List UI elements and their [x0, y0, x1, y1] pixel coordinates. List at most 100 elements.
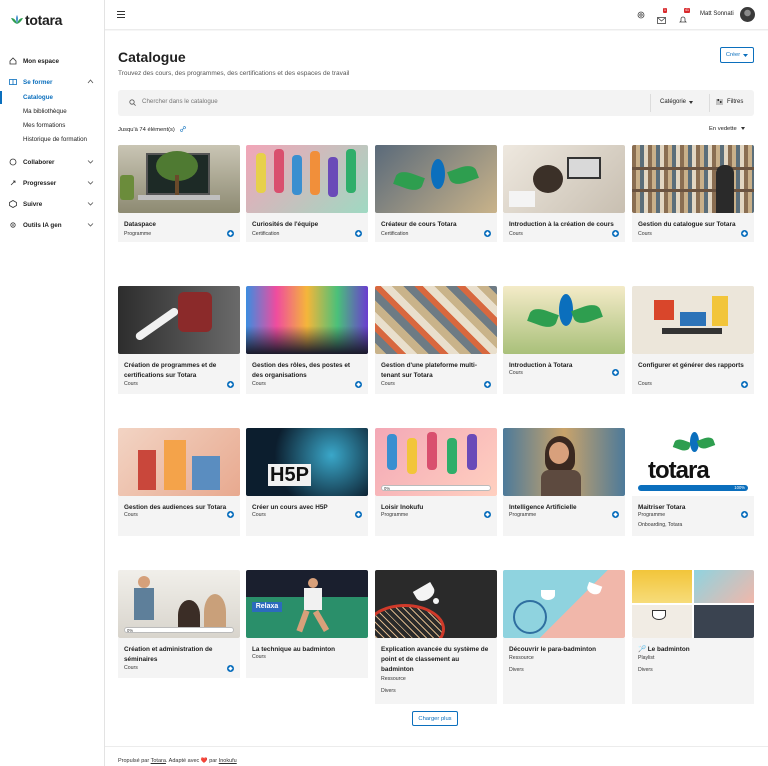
card-status-icon	[227, 230, 234, 237]
card-body: Introduction à la création de cours Cour…	[503, 213, 625, 242]
sidebar-item-suivre[interactable]: Suivre	[0, 196, 104, 212]
sidebar-subitem-catalogue[interactable]: Catalogue	[0, 91, 104, 104]
sidebar-subitem-label: Ma bibliothèque	[23, 108, 67, 115]
hamburger-menu-icon[interactable]	[117, 11, 125, 18]
user-avatar[interactable]	[740, 7, 755, 22]
category-dropdown[interactable]: Catégorie	[660, 99, 694, 105]
catalogue-card[interactable]: Curiosités de l'équipe Certification	[246, 145, 368, 242]
create-button[interactable]: Créer	[720, 47, 754, 63]
card-title: Curiosités de l'équipe	[252, 221, 319, 228]
totara-logo[interactable]: totara	[11, 12, 62, 28]
catalogue-card[interactable]: Introduction à Totara Cours	[503, 286, 625, 394]
sidebar-subitem-label: Mes formations	[23, 122, 66, 129]
chevron-down-icon	[87, 181, 94, 185]
catalogue-card[interactable]: Création de programmes et de certificati…	[118, 286, 240, 394]
card-status-icon	[484, 230, 491, 237]
catalogue-card[interactable]: Gestion du catalogue sur Totara Cours	[632, 145, 754, 242]
bell-icon	[679, 16, 687, 23]
footer-link-inokufu[interactable]: Inokufu	[219, 758, 237, 764]
load-more-button[interactable]: Charger plus	[412, 711, 458, 726]
messages-button[interactable]: 1	[657, 8, 667, 24]
card-title: Création et administration de séminaires	[124, 646, 213, 663]
search-input[interactable]	[142, 98, 542, 105]
catalogue-card[interactable]: Configurer et générer des rapports Cours	[632, 286, 754, 394]
card-type: Cours	[638, 381, 652, 387]
search-bar: Catégorie Filtres	[118, 90, 754, 116]
card-body: Introduction à Totara Cours	[503, 354, 625, 394]
progress-bar: 0%	[381, 485, 491, 491]
catalogue-card[interactable]: Relaxa La technique au badminton Cours	[246, 570, 368, 678]
sidebar-item-label: Mon espace	[23, 57, 60, 65]
catalogue-card[interactable]: Intelligence Artificielle Programme	[503, 428, 625, 536]
cube-icon	[9, 200, 17, 208]
card-type: Cours	[252, 654, 266, 660]
chat-icon	[9, 158, 17, 166]
card-status-icon	[612, 511, 619, 518]
card-body: Dataspace Programme	[118, 213, 240, 242]
card-type: Programme	[381, 512, 409, 518]
chevron-up-icon	[87, 79, 94, 84]
chevron-down-icon	[87, 202, 94, 206]
catalogue-card[interactable]: 🏸 Le badminton Playlist Divers	[632, 570, 754, 704]
progress-label: 0%	[127, 628, 134, 633]
card-image	[246, 286, 368, 354]
card-type: Cours	[252, 512, 266, 518]
sidebar-item-label: Progresser	[23, 179, 57, 187]
sidebar-item-se-former[interactable]: Se former	[0, 74, 104, 90]
sidebar-item-mon-espace[interactable]: Mon espace	[0, 53, 104, 69]
sidebar-item-collaborer[interactable]: Collaborer	[0, 154, 104, 170]
card-image	[632, 145, 754, 213]
catalogue-card[interactable]: totara 100% Maitriser Totara Programme O…	[632, 428, 754, 536]
sidebar-subitem-ma-bibliotheque[interactable]: Ma bibliothèque	[0, 105, 104, 118]
catalogue-card[interactable]: 0% Loisir Inokufu Programme	[375, 428, 497, 536]
catalogue-card[interactable]: H5P Créer un cours avec H5P Cours	[246, 428, 368, 536]
catalogue-card[interactable]: Explication avancée du système de point …	[375, 570, 497, 704]
catalogue-card[interactable]: Gestion des rôles, des postes et des org…	[246, 286, 368, 394]
catalogue-card[interactable]: Créateur de cours Totara Certification	[375, 145, 497, 242]
filters-button[interactable]: Filtres	[716, 99, 743, 105]
settings-gear-icon[interactable]	[637, 11, 645, 19]
heart-icon: ❤️	[200, 758, 208, 764]
card-image	[246, 145, 368, 213]
card-status-icon	[227, 511, 234, 518]
topbar: 1 41 Matt Sonnati	[105, 0, 768, 30]
catalogue-card[interactable]: Gestion des audiences sur Totara Cours	[118, 428, 240, 536]
card-title: Dataspace	[124, 221, 156, 228]
sort-dropdown[interactable]: En vedette	[709, 126, 746, 132]
card-body: Gestion des rôles, des postes et des org…	[246, 354, 368, 394]
sidebar-subitem-historique[interactable]: Historique de formation	[0, 133, 104, 146]
sidebar-item-progresser[interactable]: Progresser	[0, 175, 104, 191]
progress-bar-complete: 100%	[638, 485, 748, 491]
sidebar-subitem-label: Historique de formation	[23, 136, 87, 143]
rocket-icon	[10, 180, 16, 186]
caret-down-icon	[689, 100, 694, 104]
card-title: Gestion des audiences sur Totara	[124, 504, 227, 511]
catalogue-card[interactable]: Gestion d'une plateforme multi-tenant su…	[375, 286, 497, 394]
card-type: Cours	[124, 381, 138, 387]
catalogue-card[interactable]: Découvrir le para-badminton Ressource Di…	[503, 570, 625, 704]
card-status-icon	[227, 665, 234, 672]
sidebar-item-label: Collaborer	[23, 158, 55, 166]
card-body: Gestion des audiences sur Totara Cours	[118, 496, 240, 536]
card-body: Maitriser Totara Programme Onboarding, T…	[632, 496, 754, 536]
sidebar-item-outils-ia[interactable]: Outils IA gen	[0, 217, 104, 233]
caret-down-icon	[743, 53, 749, 57]
catalogue-card[interactable]: Dataspace Programme	[118, 145, 240, 242]
notifications-button[interactable]: 41	[679, 8, 690, 23]
category-label: Catégorie	[660, 99, 687, 105]
card-type: Cours	[509, 231, 523, 237]
card-type: Playlist	[638, 655, 655, 661]
sidebar-subitem-mes-formations[interactable]: Mes formations	[0, 119, 104, 132]
catalogue-card[interactable]: 0% Création et administration de séminai…	[118, 570, 240, 678]
card-title: Introduction à la création de cours	[509, 221, 614, 228]
card-body: Intelligence Artificielle Programme	[503, 496, 625, 536]
catalogue-card[interactable]: Introduction à la création de cours Cour…	[503, 145, 625, 242]
card-title: Introduction à Totara	[509, 362, 573, 369]
message-count-badge: 1	[663, 8, 667, 13]
page-subtitle: Trouvez des cours, des programmes, des c…	[118, 70, 350, 77]
card-status-icon	[612, 230, 619, 237]
user-name[interactable]: Matt Sonnati	[700, 11, 734, 17]
card-body: Créer un cours avec H5P Cours	[246, 496, 368, 536]
footer-link-totara[interactable]: Totara	[151, 758, 166, 764]
link-icon[interactable]	[180, 126, 187, 132]
